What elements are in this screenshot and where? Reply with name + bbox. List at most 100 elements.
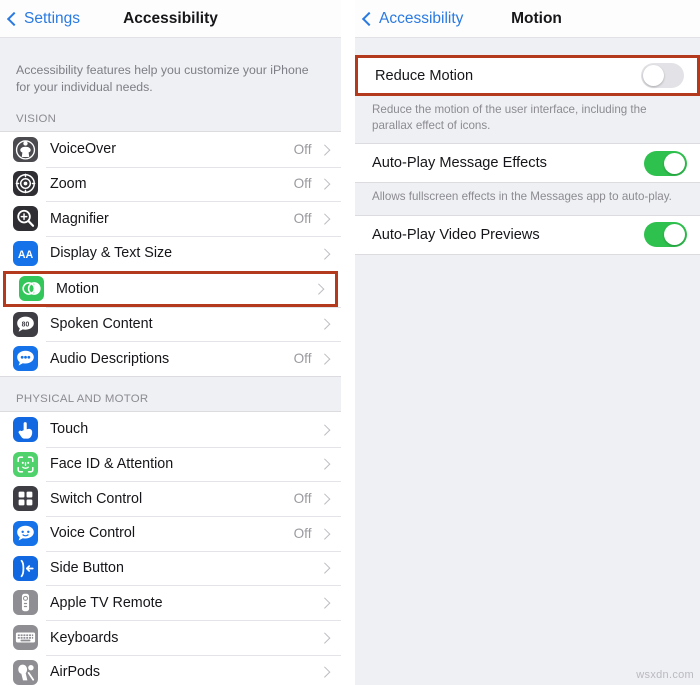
airpods-icon xyxy=(13,659,38,685)
motion-settings-list: Reduce Motion Reduce the motion of the u… xyxy=(355,38,700,685)
motion-screen: Accessibility Motion Reduce Motion Reduc… xyxy=(355,0,700,685)
chevron-right-icon xyxy=(318,493,330,505)
chevron-left-icon xyxy=(6,11,22,26)
list-item-face-id-attention[interactable]: Face ID & Attention xyxy=(0,446,341,482)
list-item-side-button[interactable]: Side Button xyxy=(0,550,341,586)
list-item-motion[interactable]: Motion xyxy=(3,270,338,307)
accessibility-intro-text: Accessibility features help you customiz… xyxy=(16,63,309,95)
list-item-magnifier[interactable]: Magnifier Off xyxy=(0,201,341,236)
chevron-right-icon xyxy=(318,178,330,190)
accessibility-screen: Settings Accessibility Accessibility fea… xyxy=(0,0,341,685)
list-item-touch[interactable]: Touch xyxy=(0,412,341,447)
keyboards-icon xyxy=(13,625,38,650)
auto-play-message-effects-footnote: Allows fullscreen effects in the Message… xyxy=(372,190,672,204)
list-item-value: Off xyxy=(293,525,312,541)
physical-motor-group: Touch Face ID & Attention Switch Control Of… xyxy=(0,411,341,685)
auto-play-message-effects-label: Auto-Play Message Effects xyxy=(372,155,547,172)
back-button-label: Accessibility xyxy=(379,9,464,27)
voiceover-icon xyxy=(13,136,38,162)
list-item-spoken-content[interactable]: 80 Spoken Content xyxy=(0,306,341,342)
audio-descriptions-icon xyxy=(13,346,38,372)
auto-play-video-previews-row[interactable]: Auto-Play Video Previews xyxy=(355,214,700,255)
toggle-knob xyxy=(663,223,686,246)
switch-control-icon xyxy=(13,486,38,512)
chevron-right-icon xyxy=(318,143,330,155)
list-item-label: Apple TV Remote xyxy=(50,594,163,611)
list-item-label: Magnifier xyxy=(50,210,109,227)
list-item-label: Touch xyxy=(50,421,89,438)
list-item-switch-control[interactable]: Switch Control Off xyxy=(0,481,341,517)
section-header-vision: VISION xyxy=(16,112,57,125)
svg-text:AA: AA xyxy=(18,249,34,261)
list-item-value: Off xyxy=(293,351,312,367)
chevron-right-icon xyxy=(318,213,330,224)
reduce-motion-toggle[interactable] xyxy=(641,63,684,88)
list-item-label: Voice Control xyxy=(50,525,136,542)
left-navigation-bar: Settings Accessibility xyxy=(0,0,341,38)
list-item-label: Display & Text Size xyxy=(50,245,173,262)
back-to-settings-button[interactable]: Settings xyxy=(0,10,80,28)
screen-divider xyxy=(341,0,355,685)
list-item-voice-control[interactable]: Voice Control Off xyxy=(0,516,341,551)
list-item-apple-tv-remote[interactable]: Apple TV Remote xyxy=(0,585,341,621)
spoken-content-icon: 80 xyxy=(13,311,38,337)
chevron-right-icon xyxy=(312,283,324,294)
list-item-audio-descriptions[interactable]: Audio Descriptions Off xyxy=(0,341,341,377)
list-item-label: Spoken Content xyxy=(50,316,153,332)
list-item-keyboards[interactable]: Keyboards xyxy=(0,620,341,655)
back-button-label: Settings xyxy=(24,9,81,27)
list-item-label: Zoom xyxy=(50,175,87,192)
zoom-icon xyxy=(13,171,38,197)
reduce-motion-row[interactable]: Reduce Motion xyxy=(355,55,700,96)
svg-text:80: 80 xyxy=(22,321,30,328)
chevron-right-icon xyxy=(318,666,330,678)
right-navigation-bar: Accessibility Motion xyxy=(355,0,700,38)
site-watermark: wsxdn.com xyxy=(636,669,694,681)
apple-tv-remote-icon xyxy=(13,590,38,616)
chevron-right-icon xyxy=(318,632,330,643)
motion-icon xyxy=(19,276,44,302)
top-spacer xyxy=(355,38,700,55)
chevron-right-icon xyxy=(318,528,330,539)
list-item-label: VoiceOver xyxy=(50,141,116,158)
toggle-knob xyxy=(642,64,665,87)
list-item-label: AirPods xyxy=(50,664,101,681)
dual-screenshot-container: Settings Accessibility Accessibility fea… xyxy=(0,0,700,685)
chevron-right-icon xyxy=(318,248,330,259)
left-scroll-area[interactable]: Accessibility features help you customiz… xyxy=(0,38,341,685)
auto-play-message-effects-toggle[interactable] xyxy=(644,150,687,176)
chevron-right-icon xyxy=(318,597,330,609)
reduce-motion-footnote: Reduce the motion of the user interface,… xyxy=(372,103,647,133)
magnifier-icon xyxy=(13,206,38,232)
chevron-right-icon xyxy=(318,424,330,435)
list-item-value: Off xyxy=(293,211,312,227)
list-item-label: Keyboards xyxy=(50,629,119,646)
list-item-label: Switch Control xyxy=(50,490,143,507)
side-button-icon xyxy=(13,555,38,581)
voice-control-icon xyxy=(13,520,38,546)
list-item-label: Face ID & Attention xyxy=(50,456,174,473)
list-item-display-text-size[interactable]: AA Display & Text Size xyxy=(0,235,341,271)
auto-play-message-effects-row[interactable]: Auto-Play Message Effects xyxy=(355,143,700,184)
list-item-label: Motion xyxy=(56,280,99,297)
list-item-label: Audio Descriptions xyxy=(50,350,170,367)
display-text-size-icon: AA xyxy=(13,240,38,266)
back-to-accessibility-button[interactable]: Accessibility xyxy=(355,10,463,28)
face-id-icon xyxy=(13,451,38,477)
list-item-value: Off xyxy=(293,491,312,507)
section-header-physical-and-motor: PHYSICAL AND MOTOR xyxy=(16,393,149,406)
list-item-label: Side Button xyxy=(50,560,124,577)
list-item-airpods[interactable]: AirPods xyxy=(0,654,341,685)
list-item-value: Off xyxy=(293,141,312,157)
touch-icon xyxy=(13,416,38,442)
list-item-value: Off xyxy=(293,176,312,192)
list-item-zoom[interactable]: Zoom Off xyxy=(0,166,341,202)
reduce-motion-label: Reduce Motion xyxy=(375,67,474,84)
vision-group: VoiceOver Off Zoom Off Magnifier Off AA Display… xyxy=(0,130,341,378)
chevron-right-icon xyxy=(318,353,330,364)
toggle-knob xyxy=(663,152,686,175)
list-item-voiceover[interactable]: VoiceOver Off xyxy=(0,131,341,167)
chevron-left-icon xyxy=(361,11,377,26)
auto-play-video-previews-toggle[interactable] xyxy=(644,222,687,248)
chevron-right-icon xyxy=(318,458,330,470)
